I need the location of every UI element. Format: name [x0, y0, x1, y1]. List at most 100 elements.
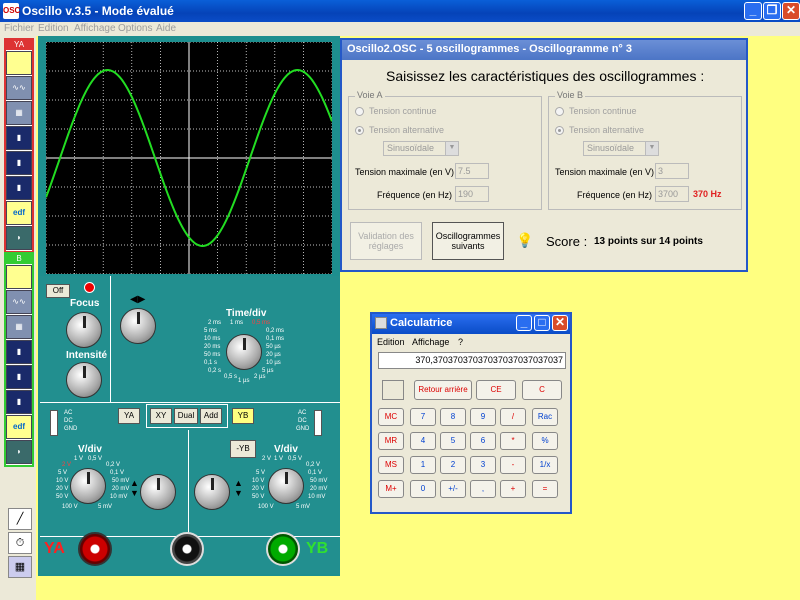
calc-key-1-2-1[interactable]: 1 — [410, 456, 436, 474]
jack-yb-label: YB — [306, 540, 329, 557]
pencil-icon[interactable]: ╱ — [8, 508, 32, 530]
calculator-icon[interactable]: ▦ — [8, 556, 32, 578]
yellow-swatch-button-b[interactable] — [6, 265, 32, 289]
calc-key-5-1-2[interactable]: 5 — [440, 432, 466, 450]
divider — [188, 430, 189, 534]
intensite-knob[interactable] — [66, 362, 102, 398]
calc-close-button[interactable]: ✕ — [552, 315, 568, 331]
minimize-button[interactable]: _ — [744, 2, 762, 20]
calc-key-4-1-1[interactable]: 4 — [410, 432, 436, 450]
battery-alt-icon[interactable]: ▮ — [6, 151, 32, 175]
calc-menu-affichage[interactable]: Affichage — [412, 337, 449, 347]
calc-c-button[interactable]: C — [522, 380, 562, 400]
calc-key-7-0-1[interactable]: 7 — [410, 408, 436, 426]
menu-aide[interactable]: Aide — [156, 23, 176, 34]
calc-key-8-0-2[interactable]: 8 — [440, 408, 466, 426]
calc-key-6-1-3[interactable]: 6 — [470, 432, 496, 450]
calc-minimize-button[interactable]: _ — [516, 315, 532, 331]
timediv-knob[interactable] — [226, 334, 262, 370]
calc-key-MS-2-0[interactable]: MS — [378, 456, 404, 474]
vertical-position-b-knob[interactable] — [194, 474, 230, 510]
generator-icon[interactable]: ▦ — [6, 101, 32, 125]
calc-key-M-3-0[interactable]: M+ — [378, 480, 404, 498]
jack-yb[interactable] — [266, 532, 300, 566]
yellow-swatch-button[interactable] — [6, 51, 32, 75]
edf-icon-b[interactable]: edf — [6, 415, 32, 439]
calc-key--0-4[interactable]: / — [500, 408, 526, 426]
voie-b-waveform-select[interactable]: Sinusoïdale ▼ — [583, 141, 659, 156]
menu-edition[interactable]: Edition — [38, 23, 69, 34]
calc-key-9-0-3[interactable]: 9 — [470, 408, 496, 426]
maximize-button[interactable]: ❐ — [763, 2, 781, 20]
ya-mode-button[interactable]: YA — [118, 408, 140, 424]
voie-b-continue-radio[interactable] — [555, 107, 564, 116]
calc-key-MR-1-0[interactable]: MR — [378, 432, 404, 450]
voie-a-frequence-input[interactable]: 190 — [455, 186, 489, 202]
vdiv-a-knob[interactable] — [70, 468, 106, 504]
divider — [110, 276, 111, 402]
vdiv-a-tick-10: 50 mV — [112, 478, 130, 484]
coupling-switch-b[interactable] — [314, 410, 322, 436]
off-button[interactable]: Off — [46, 284, 70, 298]
voie-a-alternative-radio[interactable] — [355, 126, 364, 135]
probe-icon-b[interactable]: ◗ — [6, 440, 32, 464]
menu-fichier[interactable]: Fichier — [4, 23, 34, 34]
calc-key--1-5[interactable]: % — [532, 432, 558, 450]
calc-key--3-2[interactable]: +/- — [440, 480, 466, 498]
calc-ce-button[interactable]: CE — [476, 380, 516, 400]
focus-knob[interactable] — [66, 312, 102, 348]
calc-key--3-3[interactable]: , — [470, 480, 496, 498]
menu-affichage[interactable]: Affichage — [74, 23, 116, 34]
voie-a-waveform-select[interactable]: Sinusoïdale ▼ — [383, 141, 459, 156]
vdiv-a-tick-11: 20 mV — [112, 486, 130, 492]
vdiv-a-tick-3: 20 V — [56, 486, 69, 492]
calc-key--1-4[interactable]: * — [500, 432, 526, 450]
invert-yb-button[interactable]: -YB — [230, 440, 256, 458]
probe-icon[interactable]: ◗ — [6, 226, 32, 250]
calc-key--2-4[interactable]: - — [500, 456, 526, 474]
validation-button[interactable]: Validation des réglages — [350, 222, 422, 260]
vdiv-b-knob[interactable] — [268, 468, 304, 504]
battery-alt-icon-b[interactable]: ▮ — [6, 365, 32, 389]
battery-small-icon[interactable]: ▮ — [6, 176, 32, 200]
calc-key-Rac-0-5[interactable]: Rac — [532, 408, 558, 426]
battery-icon[interactable]: ▮ — [6, 126, 32, 150]
voie-b-alternative-radio[interactable] — [555, 126, 564, 135]
jack-ground[interactable] — [170, 532, 204, 566]
calc-key-1x-2-5[interactable]: 1/x — [532, 456, 558, 474]
generator-icon-b[interactable]: ▦ — [6, 315, 32, 339]
battery-small-icon-b[interactable]: ▮ — [6, 390, 32, 414]
voie-b-tension-input[interactable]: 3 — [655, 163, 689, 179]
timediv-tick-7: 0,2 s — [208, 368, 222, 374]
menu-options[interactable]: Options — [118, 23, 152, 34]
oscillogrammes-suivants-button[interactable]: Oscillogrammes suivants — [432, 222, 504, 260]
coupling-switch-a[interactable] — [50, 410, 58, 436]
calc-key-MC-0-0[interactable]: MC — [378, 408, 404, 426]
calc-key--3-5[interactable]: = — [532, 480, 558, 498]
battery-icon-b[interactable]: ▮ — [6, 340, 32, 364]
add-mode-button[interactable]: Add — [200, 408, 222, 424]
dual-mode-button[interactable]: Dual — [174, 408, 198, 424]
wave-icon[interactable]: ∿∿ — [6, 76, 32, 100]
voie-b-frequence-input[interactable]: 3700 — [655, 186, 689, 202]
jack-ya[interactable] — [78, 532, 112, 566]
calc-menu-help[interactable]: ? — [458, 337, 463, 347]
voie-a-tension-label: Tension maximale (en V) : — [355, 167, 460, 177]
yb-mode-button[interactable]: YB — [232, 408, 254, 424]
close-button[interactable]: ✕ — [782, 2, 800, 20]
calc-menu-edition[interactable]: Edition — [377, 337, 405, 347]
xy-mode-button[interactable]: XY — [150, 408, 172, 424]
wave-icon-b[interactable]: ∿∿ — [6, 290, 32, 314]
calc-backspace-button[interactable]: Retour arrière — [414, 380, 472, 400]
vertical-position-a-knob[interactable] — [140, 474, 176, 510]
calc-key-0-3-1[interactable]: 0 — [410, 480, 436, 498]
calc-key-3-2-3[interactable]: 3 — [470, 456, 496, 474]
calc-key-2-2-2[interactable]: 2 — [440, 456, 466, 474]
calc-maximize-button[interactable]: □ — [534, 315, 550, 331]
stopwatch-icon[interactable]: ⏱ — [8, 532, 32, 554]
voie-a-tension-input[interactable]: 7.5 — [455, 163, 489, 179]
horizontal-position-knob[interactable] — [120, 308, 156, 344]
calc-key--3-4[interactable]: + — [500, 480, 526, 498]
edf-icon[interactable]: edf — [6, 201, 32, 225]
voie-a-continue-radio[interactable] — [355, 107, 364, 116]
